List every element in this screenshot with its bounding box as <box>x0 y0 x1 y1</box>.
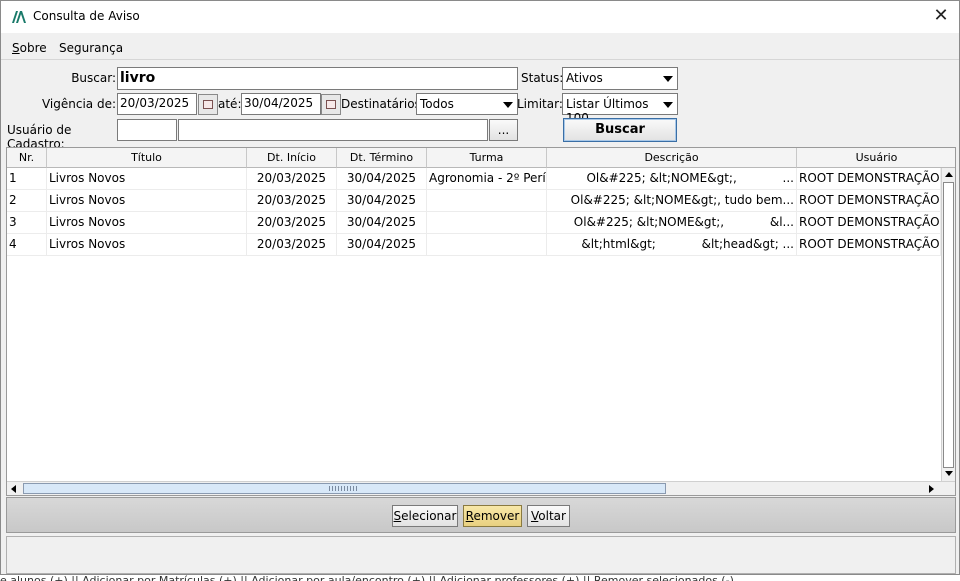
cell-titulo: Livros Novos <box>47 212 247 234</box>
ate-label: até: <box>218 97 242 111</box>
cell-dt-inicio: 20/03/2025 <box>247 168 337 190</box>
cell-dt-inicio: 20/03/2025 <box>247 234 337 256</box>
calendar-icon[interactable] <box>321 94 341 115</box>
cell-usuario: ROOT DEMONSTRAÇÃO JA <box>797 168 941 190</box>
menu-sobre[interactable]: Sobre <box>12 41 47 55</box>
voltar-button[interactable]: Voltar <box>527 505 570 527</box>
column-header-descricao[interactable]: Descrição <box>547 148 797 168</box>
window: Consulta de Aviso ✕ Sobre Segurança Busc… <box>0 0 960 575</box>
vigencia-label: Vigência de: <box>41 97 116 111</box>
usuario-code-input[interactable] <box>117 119 177 141</box>
status-select[interactable]: Ativos <box>562 67 678 90</box>
column-header-dt-inicio[interactable]: Dt. Início <box>247 148 337 168</box>
destinatarios-select[interactable]: Todos <box>416 93 518 115</box>
remover-button[interactable]: Remover <box>463 505 522 527</box>
vigencia-from-input[interactable]: 20/03/2025 <box>117 93 197 115</box>
column-header-turma[interactable]: Turma <box>427 148 547 168</box>
vertical-scroll-thumb[interactable] <box>943 182 954 468</box>
cell-dt-termino: 30/04/2025 <box>337 234 427 256</box>
vertical-scrollbar[interactable] <box>941 168 955 482</box>
cell-usuario: ROOT DEMONSTRAÇÃO JA <box>797 190 941 212</box>
scroll-down-icon[interactable] <box>945 471 953 476</box>
calendar-icon[interactable] <box>198 94 218 115</box>
horizontal-scroll-thumb[interactable] <box>23 483 666 494</box>
chevron-down-icon <box>663 102 673 108</box>
chevron-down-icon <box>503 102 513 108</box>
background-window-text: e alunos (+) || Adicionar por Matrículas… <box>0 575 960 581</box>
chevron-down-icon <box>663 76 673 82</box>
table-row[interactable]: 4 Livros Novos 20/03/2025 30/04/2025 &lt… <box>7 234 941 256</box>
cell-turma <box>427 212 547 234</box>
cell-usuario: ROOT DEMONSTRAÇÃO JA <box>797 212 941 234</box>
title-bar: Consulta de Aviso ✕ <box>1 1 959 33</box>
close-icon[interactable]: ✕ <box>927 5 955 29</box>
usuario-name-input[interactable] <box>178 119 488 141</box>
scroll-up-icon[interactable] <box>945 172 953 177</box>
limitar-select[interactable]: Listar Últimos 100 <box>562 93 678 125</box>
table-row[interactable]: 1 Livros Novos 20/03/2025 30/04/2025 Agr… <box>7 168 941 190</box>
column-header-nr[interactable]: Nr. <box>7 148 47 168</box>
cell-dt-termino: 30/04/2025 <box>337 190 427 212</box>
column-header-dt-termino[interactable]: Dt. Término <box>337 148 427 168</box>
cell-dt-termino: 30/04/2025 <box>337 212 427 234</box>
cell-nr: 1 <box>7 168 47 190</box>
scroll-right-icon[interactable] <box>929 485 934 493</box>
status-label: Status: <box>521 71 564 85</box>
status-value: Ativos <box>566 71 603 85</box>
destinatarios-label: Destinatários: <box>341 97 425 111</box>
status-panel <box>6 536 956 574</box>
usuario-lookup-button[interactable]: ... <box>489 119 518 141</box>
cell-titulo: Livros Novos <box>47 234 247 256</box>
buscar-label: Buscar: <box>71 71 116 85</box>
scroll-left-icon[interactable] <box>11 485 16 493</box>
column-header-usuario[interactable]: Usuário <box>797 148 955 168</box>
cell-dt-termino: 30/04/2025 <box>337 168 427 190</box>
menu-bar: Sobre Segurança <box>1 34 959 60</box>
cell-nr: 3 <box>7 212 47 234</box>
results-table: Nr. Título Dt. Início Dt. Término Turma … <box>6 147 956 496</box>
cell-turma: Agronomia - 2º Perí... <box>427 168 547 190</box>
cell-nr: 4 <box>7 234 47 256</box>
cell-dt-inicio: 20/03/2025 <box>247 212 337 234</box>
table-row[interactable]: 2 Livros Novos 20/03/2025 30/04/2025 Ol&… <box>7 190 941 212</box>
cell-descricao: Ol&#225; &lt;NOME&gt;, ... <box>547 168 797 190</box>
menu-seguranca[interactable]: Segurança <box>59 41 123 55</box>
cell-descricao: &lt;html&gt; &lt;head&gt; ... <box>547 234 797 256</box>
button-panel: Selecionar Remover Voltar <box>6 497 956 533</box>
selecionar-button[interactable]: Selecionar <box>392 505 458 527</box>
cell-turma <box>427 190 547 212</box>
table-row[interactable]: 3 Livros Novos 20/03/2025 30/04/2025 Ol&… <box>7 212 941 234</box>
limitar-label: Limitar: <box>517 97 563 111</box>
cell-descricao: Ol&#225; &lt;NOME&gt;, tudo bem... <box>547 190 797 212</box>
search-input[interactable]: livro <box>117 67 518 90</box>
column-header-titulo[interactable]: Título <box>47 148 247 168</box>
app-logo-icon <box>12 11 26 23</box>
horizontal-scrollbar[interactable] <box>7 481 955 495</box>
vigencia-to-input[interactable]: 30/04/2025 <box>241 93 321 115</box>
cell-usuario: ROOT DEMONSTRAÇÃO JA <box>797 234 941 256</box>
window-title: Consulta de Aviso <box>33 9 140 23</box>
cell-dt-inicio: 20/03/2025 <box>247 190 337 212</box>
buscar-button[interactable]: Buscar <box>563 118 677 142</box>
cell-titulo: Livros Novos <box>47 168 247 190</box>
cell-descricao: Ol&#225; &lt;NOME&gt;, &l... <box>547 212 797 234</box>
cell-turma <box>427 234 547 256</box>
cell-nr: 2 <box>7 190 47 212</box>
cell-titulo: Livros Novos <box>47 190 247 212</box>
destinatarios-value: Todos <box>420 97 454 111</box>
